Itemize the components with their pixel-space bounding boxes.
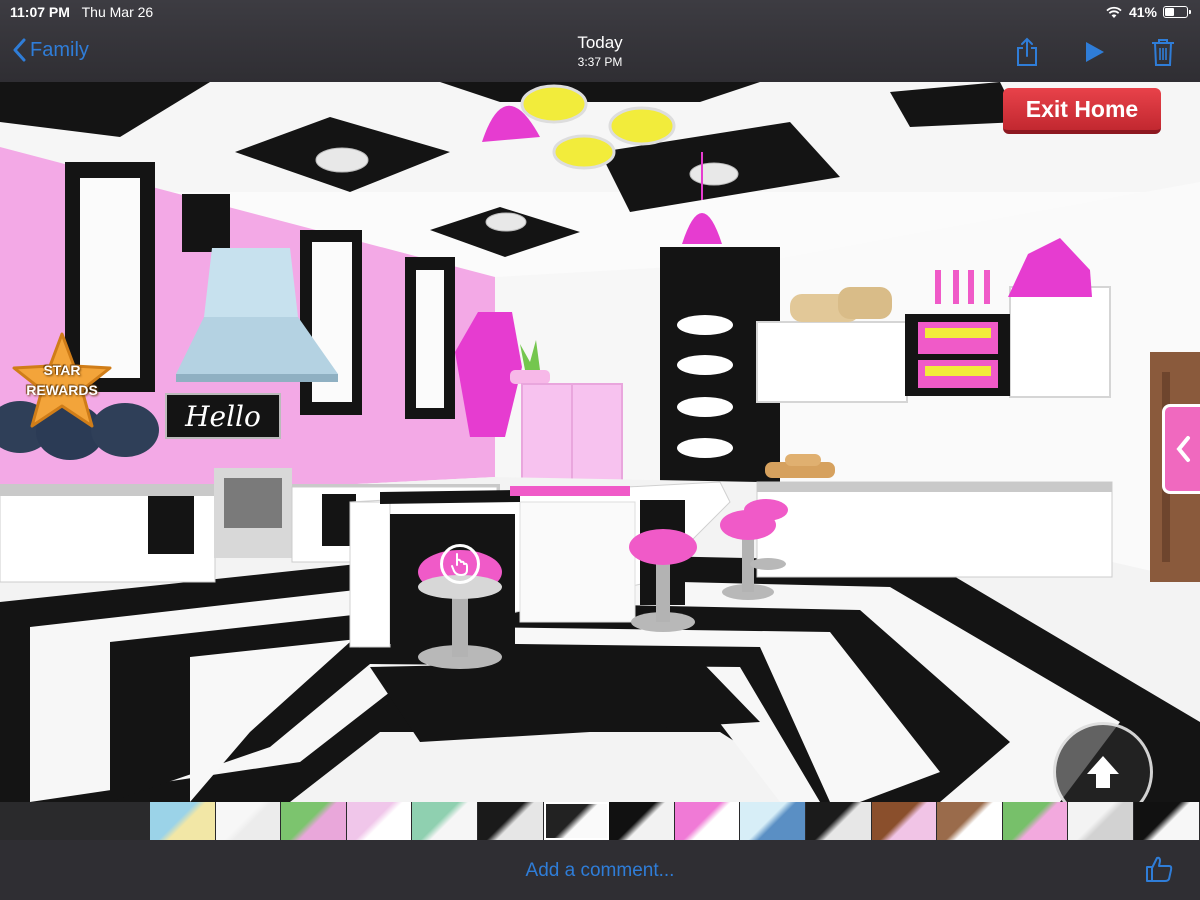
delete-button[interactable] [1148, 36, 1178, 68]
thumbnail-item[interactable] [740, 802, 806, 840]
thumbnail-item[interactable] [805, 802, 872, 840]
page-subtitle: 3:37 PM [577, 55, 623, 69]
star-rewards-label: STAR REWARDS [8, 360, 116, 400]
share-icon [1017, 37, 1037, 66]
battery-fill [1165, 8, 1174, 16]
status-time: 11:07 PM Thu Mar 26 [10, 4, 153, 20]
hello-sign: Hello [185, 399, 261, 433]
thumbnail-item[interactable] [1068, 802, 1134, 840]
top-bar: 11:07 PM Thu Mar 26 41% Family Today 3:3… [0, 0, 1200, 82]
status-indicators: 41% [1105, 4, 1191, 20]
battery-percent: 41% [1128, 4, 1157, 20]
thumbnail-item[interactable] [346, 802, 413, 840]
thumbnail-item[interactable] [215, 802, 282, 840]
clock-text: 11:07 PM [10, 4, 70, 20]
thumbnail-item[interactable] [1002, 802, 1069, 840]
arrow-up-icon [1087, 756, 1119, 788]
chevron-left-icon [13, 38, 26, 62]
thumbnail-item[interactable] [543, 802, 610, 840]
thumbs-up-icon [1146, 856, 1173, 882]
date-text: Thu Mar 26 [81, 4, 154, 20]
thumbnail-item[interactable] [412, 802, 478, 840]
play-icon [1086, 42, 1104, 62]
game-viewport[interactable]: Exit Home STAR REWARDS Hello [0, 82, 1200, 802]
toolbar [1012, 36, 1178, 68]
interact-hand-button[interactable] [440, 544, 480, 584]
page-title: Today [577, 33, 623, 52]
thumbnail-item[interactable] [477, 802, 544, 840]
back-button[interactable]: Family [12, 38, 89, 62]
kitchen-scene [0, 82, 1200, 802]
thumbnail-item[interactable] [871, 802, 938, 840]
thumbnail-strip[interactable] [150, 802, 1200, 840]
thumbnail-item[interactable] [674, 802, 741, 840]
thumbnail-item[interactable] [609, 802, 675, 840]
back-label: Family [30, 38, 89, 61]
hand-pointer-icon [451, 553, 468, 576]
thumbnail-item[interactable] [1133, 802, 1200, 840]
thumbnail-item[interactable] [281, 802, 347, 840]
title-block: Today 3:37 PM [500, 33, 700, 69]
thumbnail-item[interactable] [937, 802, 1003, 840]
exit-home-button[interactable]: Exit Home [1003, 88, 1161, 134]
wifi-icon [1106, 6, 1122, 18]
star-label-line1: STAR [43, 362, 81, 378]
share-button[interactable] [1012, 36, 1042, 68]
side-panel-tab[interactable] [1162, 404, 1200, 494]
star-rewards-button[interactable]: STAR REWARDS [8, 330, 116, 434]
thumbnail-item[interactable] [150, 802, 216, 840]
like-button[interactable] [1144, 854, 1174, 884]
play-button[interactable] [1080, 36, 1110, 68]
add-comment-field[interactable]: Add a comment... [0, 860, 1200, 882]
star-label-line2: REWARDS [26, 382, 98, 398]
trash-icon [1152, 39, 1174, 66]
chevron-left-icon [1175, 436, 1190, 462]
battery-icon [1163, 6, 1191, 18]
bottom-bar: Add a comment... [0, 840, 1200, 900]
